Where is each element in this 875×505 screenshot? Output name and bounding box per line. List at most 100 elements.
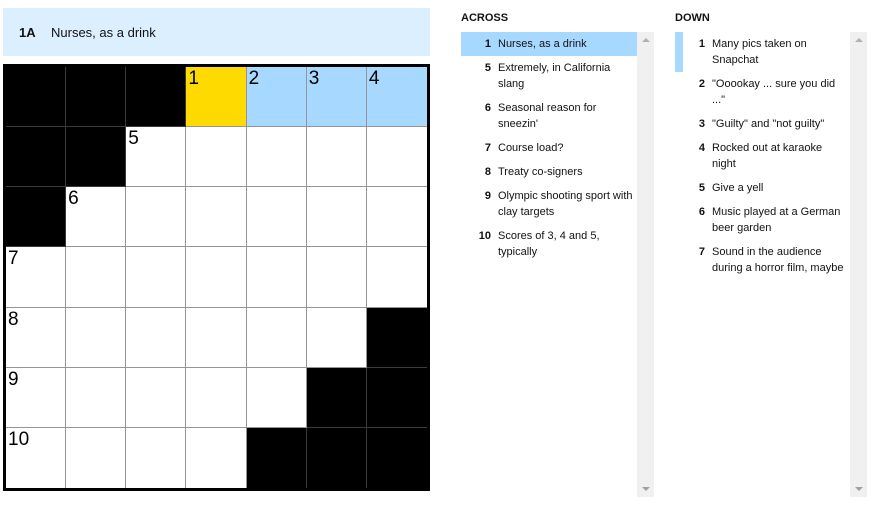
clue-text: Give a yell [712,182,764,194]
down-clue-3[interactable]: 3 "Guilty" and "not guilty" [675,112,851,136]
grid-cell[interactable] [126,187,187,248]
black-square [366,367,427,428]
black-square [66,67,127,128]
clue-number: 6 [484,102,491,114]
grid-cell[interactable] [126,367,187,428]
clue-number: 1 [698,38,705,50]
grid-cell[interactable]: 5 [126,127,187,188]
grid-cell[interactable] [366,247,427,308]
across-scrollbar[interactable] [637,32,654,497]
black-square [66,127,127,188]
active-clue-label: 1A [19,24,36,40]
clue-text: Scores of 3, 4 and 5, typically [498,230,600,258]
grid-cell[interactable] [186,127,247,188]
down-heading: DOWN [675,12,710,24]
cell-number: 1 [188,68,199,89]
clue-text: Rocked out at karaoke night [712,142,823,170]
clue-text: Seasonal reason for sneezin' [498,102,597,130]
across-clue-8[interactable]: 8 Treaty co-signers [461,160,637,184]
clue-text: Treaty co-signers [498,166,583,178]
black-square [246,427,307,488]
across-clues-panel: ACROSS 1 Nurses, as a drink 5 Extremely, in… [461,0,654,497]
scroll-down-arrow-icon[interactable] [642,487,650,491]
scroll-up-arrow-icon[interactable] [855,38,863,42]
cell-number: 9 [8,368,19,390]
grid-cell[interactable]: 10 [6,427,67,488]
cell-number: 8 [8,308,19,330]
grid-cell[interactable]: 9 [6,367,67,428]
black-square [6,127,67,188]
grid-cell[interactable] [246,247,307,308]
grid-cell[interactable] [186,247,247,308]
down-clue-4[interactable]: 4 Rocked out at karaoke night [675,136,851,176]
grid-cell[interactable] [366,187,427,248]
clue-number: 5 [698,182,705,194]
clue-text: Nurses, as a drink [498,38,587,50]
grid-cell[interactable]: 2 [246,67,307,128]
grid-cell[interactable] [246,127,307,188]
grid-cell[interactable] [126,307,187,368]
black-square [6,67,67,128]
black-square [6,187,67,248]
grid-cell[interactable] [186,367,247,428]
grid-cell[interactable] [186,307,247,368]
down-clue-1[interactable]: 1 Many pics taken on Snapchat [675,32,851,72]
across-clue-10[interactable]: 10 Scores of 3, 4 and 5, typically [461,224,637,264]
crossword-grid[interactable]: 1 2 3 4 5 6 7 8 9 10 [3,64,430,491]
down-clue-5[interactable]: 5 Give a yell [675,176,851,200]
clue-number: 7 [698,246,705,258]
grid-cell[interactable] [66,427,127,488]
across-clue-list: 1 Nurses, as a drink 5 Extremely, in Califo… [461,32,654,497]
clue-text: Sound in the audience during a horror fi… [712,246,844,274]
grid-cell[interactable] [66,307,127,368]
grid-cell[interactable] [306,307,367,368]
clue-text: Olympic shooting sport with clay targets [498,190,633,218]
grid-cell[interactable] [306,247,367,308]
grid-cell[interactable]: 4 [366,67,427,128]
cell-number: 6 [68,188,79,210]
grid-cell[interactable] [126,247,187,308]
down-clue-list: 1 Many pics taken on Snapchat 2 "Ooookay ..… [675,32,867,497]
clue-number: 1 [484,38,491,50]
clue-number: 5 [484,62,491,74]
scroll-down-arrow-icon[interactable] [855,487,863,491]
grid-cell[interactable]: 6 [66,187,127,248]
grid-cell[interactable] [66,247,127,308]
down-scrollbar[interactable] [850,32,867,497]
clue-number: 9 [484,190,491,202]
active-clue-bar: 1A Nurses, as a drink [3,8,430,56]
grid-cell[interactable]: 1 [186,67,247,128]
across-clue-7[interactable]: 7 Course load? [461,136,637,160]
across-clue-5[interactable]: 5 Extremely, in California slang [461,56,637,96]
grid-cell[interactable] [186,427,247,488]
clue-text: "Guilty" and "not guilty" [712,118,825,130]
across-clue-1[interactable]: 1 Nurses, as a drink [461,32,637,56]
grid-cell[interactable] [66,367,127,428]
grid-cell[interactable] [126,427,187,488]
grid-cell[interactable]: 3 [306,67,367,128]
down-clue-7[interactable]: 7 Sound in the audience during a horror f… [675,240,851,280]
grid-cell[interactable]: 8 [6,307,67,368]
cell-number: 3 [308,68,320,89]
grid-cell[interactable] [246,307,307,368]
across-clue-9[interactable]: 9 Olympic shooting sport with clay target… [461,184,637,224]
scroll-up-arrow-icon[interactable] [642,38,650,42]
clue-number: 6 [698,206,705,218]
grid-cell[interactable] [366,127,427,188]
cell-number: 5 [128,128,139,150]
grid-cell[interactable]: 7 [6,247,67,308]
clue-text: Music played at a German beer garden [712,206,841,234]
grid-cell[interactable] [306,187,367,248]
grid-cell[interactable] [306,127,367,188]
down-clue-6[interactable]: 6 Music played at a German beer garden [675,200,851,240]
black-square [306,367,367,428]
black-square [306,427,367,488]
grid-cell[interactable] [246,367,307,428]
clue-number: 8 [484,166,491,178]
clue-number: 7 [484,142,491,154]
down-clue-2[interactable]: 2 "Ooookay ... sure you did ..." [675,72,851,112]
black-square [126,67,187,128]
grid-cell[interactable] [186,187,247,248]
across-clue-6[interactable]: 6 Seasonal reason for sneezin' [461,96,637,136]
grid-cell[interactable] [246,187,307,248]
